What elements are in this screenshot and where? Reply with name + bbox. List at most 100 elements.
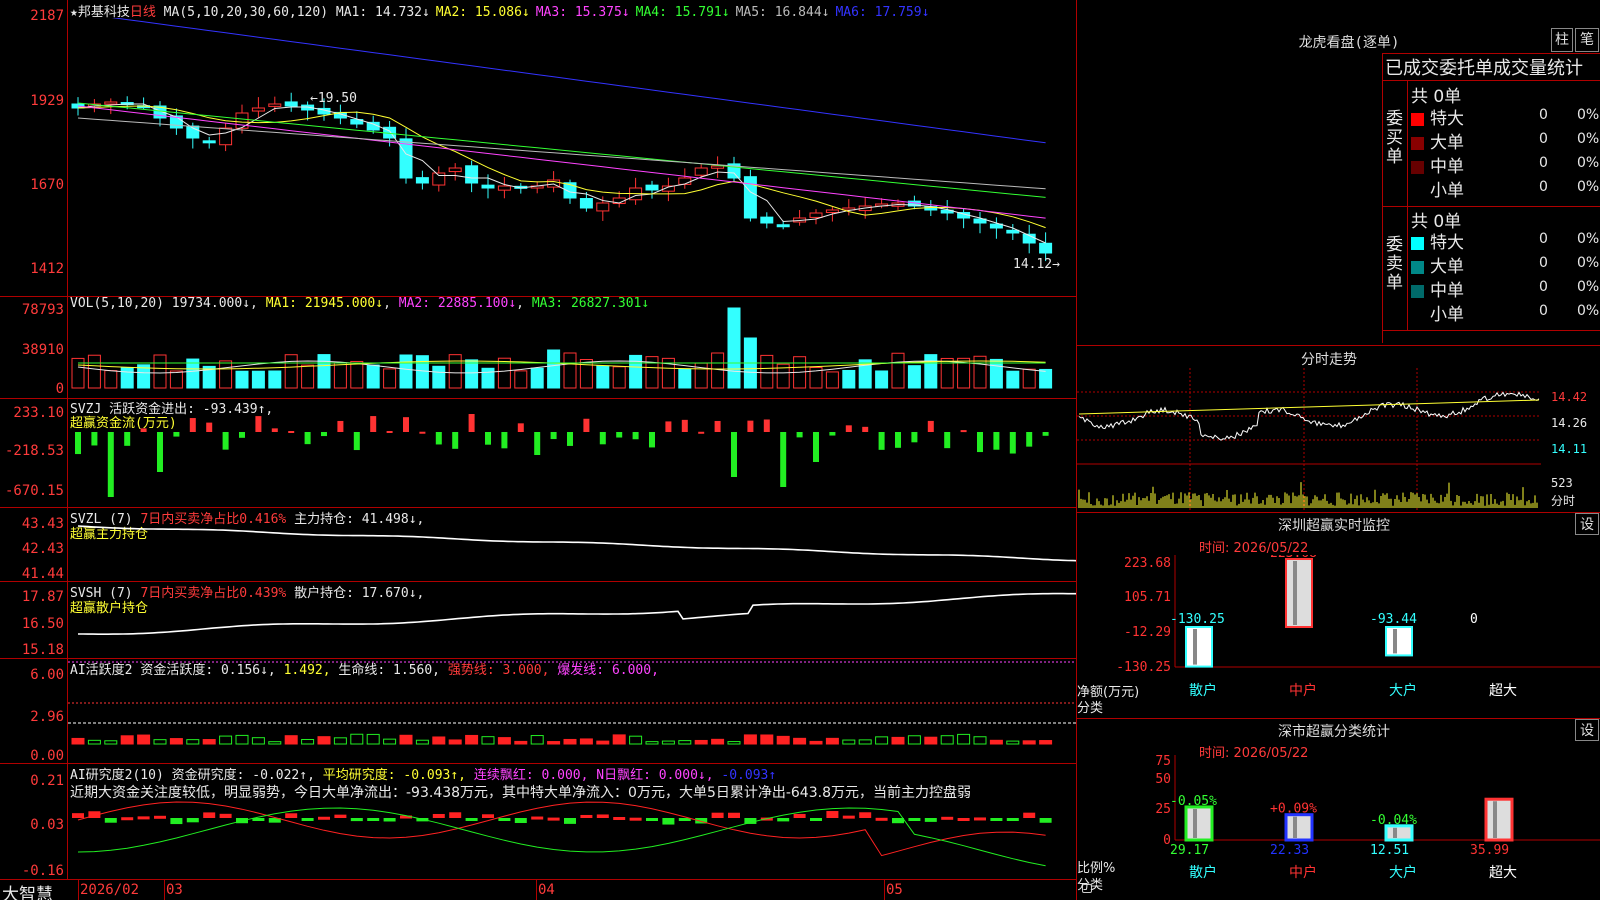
ai1-bar: [448, 739, 462, 745]
row-count: 0: [1539, 107, 1548, 123]
row-count: 0: [1539, 303, 1548, 319]
ai1-bar: [399, 734, 413, 745]
svzj-bar: [107, 432, 114, 497]
ai2-chart[interactable]: [68, 800, 1076, 879]
svsh-line: [78, 592, 1076, 636]
candle-body: [579, 198, 593, 209]
vol-bar: [235, 370, 249, 389]
ai2-bar: [941, 816, 954, 820]
vol-bar: [629, 354, 643, 389]
ai1-bar: [793, 737, 807, 745]
ai2-bar: [826, 811, 839, 818]
app-name: 大智慧: [2, 885, 53, 900]
svzj-bar: [189, 418, 196, 432]
ai2-bar: [482, 814, 494, 818]
svzj-bar: [960, 430, 967, 433]
szcls-ytick-1: 50: [1155, 772, 1171, 787]
svzj-bar: [911, 432, 918, 443]
candle-body: [465, 165, 479, 184]
ai1-bar: [694, 739, 708, 745]
lhb-section-title: 已成交委托单成交量统计: [1385, 58, 1583, 79]
lhb-tick-button[interactable]: 笔: [1575, 28, 1599, 52]
szmon-value-0: -130.25: [1170, 612, 1225, 627]
svzj-bar: [403, 417, 409, 432]
ai1-bar: [153, 739, 167, 745]
row-name: 中单: [1430, 281, 1464, 301]
ai1-bar: [973, 736, 987, 745]
svzl-chart[interactable]: [68, 508, 1076, 581]
svzj-bar: [1042, 432, 1049, 436]
ai1-bar: [825, 737, 839, 745]
svzj-chart[interactable]: [68, 399, 1076, 507]
szcls-bar-3: [1484, 797, 1514, 842]
ai1-bar: [415, 739, 429, 745]
row-pct: 0%: [1577, 303, 1600, 319]
vol-ytick-2: 0: [55, 381, 64, 397]
ai1-bar: [284, 735, 298, 745]
szmon-bar-2: [1385, 626, 1413, 657]
szcls-ytick-0: 75: [1155, 755, 1171, 769]
svzj-bar: [681, 419, 688, 432]
color-swatch: [1411, 309, 1424, 322]
ai1-bar: [465, 734, 479, 745]
svzj-bar: [780, 432, 787, 487]
ai1-bar: [137, 734, 151, 745]
ai2-bar: [859, 812, 872, 818]
vol-chart[interactable]: [68, 297, 1076, 398]
ma5-line: [77, 117, 1046, 190]
ai1-bar: [268, 741, 282, 745]
szcls-settings-button[interactable]: 设: [1575, 719, 1599, 741]
svzj-bar: [878, 432, 885, 450]
vol-bar: [1006, 370, 1020, 389]
szcls-bar-shade-3: [1493, 801, 1497, 838]
ai2-bar: [285, 813, 298, 818]
row-name: 中单: [1430, 157, 1464, 177]
right-panel: 龙虎看盘(逐单) 柱 笔 已成交委托单成交量统计 委买单 委卖单 共 0单 共 …: [1077, 0, 1600, 900]
vol-bar: [399, 354, 413, 389]
svzj-bar: [173, 432, 180, 437]
sell-row-2: 中单 0 0%: [1411, 276, 1600, 301]
ma3-line: [77, 105, 1046, 219]
ai2-bar: [728, 812, 740, 818]
vol-bar: [563, 352, 577, 389]
vol-bar: [87, 354, 101, 389]
svzl-ytick-0: 43.43: [21, 516, 64, 532]
lhb-bar-button[interactable]: 柱: [1551, 28, 1573, 52]
candle-body: [432, 172, 446, 186]
ai1-bar: [1039, 740, 1053, 745]
szcls-value-0: 29.17: [1170, 843, 1209, 858]
szmon-bar-1: [1285, 558, 1313, 628]
buy-row-2: 中单 0 0%: [1411, 152, 1600, 177]
candle-body: [1006, 229, 1020, 234]
svsh-ytick-2: 15.18: [21, 642, 64, 658]
ai1-bar: [530, 735, 544, 745]
ai2-red-line: [77, 801, 1046, 857]
vol-bar: [891, 352, 905, 389]
intraday-chart[interactable]: [1077, 368, 1541, 510]
ai1-bar: [629, 735, 643, 745]
intraday-unit: 分时: [1551, 494, 1576, 508]
candle-body: [284, 101, 298, 107]
svzj-bar: [321, 432, 327, 437]
ai1-bar: [514, 740, 528, 745]
szcls-bar-1: [1284, 813, 1314, 842]
szmon-settings-button[interactable]: 设: [1575, 513, 1599, 535]
szcls-cat-3: 超大: [1489, 865, 1517, 881]
ai2-bar: [990, 818, 1003, 821]
ai2-bar: [646, 818, 658, 821]
color-swatch: [1411, 113, 1424, 126]
kline-ytick-2: 1670: [30, 177, 64, 193]
ai2-bar: [613, 817, 626, 821]
svsh-chart[interactable]: [68, 582, 1076, 658]
row-pct: 0%: [1577, 231, 1600, 247]
ai1-chart[interactable]: [68, 659, 1076, 763]
row-count: 0: [1539, 231, 1548, 247]
vol-bar: [481, 367, 495, 389]
kline-chart[interactable]: [68, 18, 1076, 296]
buy-row-1: 大单 0 0%: [1411, 128, 1600, 153]
ai2-bar: [924, 818, 937, 822]
chart-area[interactable]: ★邦基科技日线 MA(5,10,20,30,60,120) MA1: 14.73…: [0, 0, 1092, 900]
candle-body: [415, 177, 429, 184]
low-price-label: 14.12→: [1013, 257, 1060, 272]
vol-bar: [760, 354, 774, 389]
